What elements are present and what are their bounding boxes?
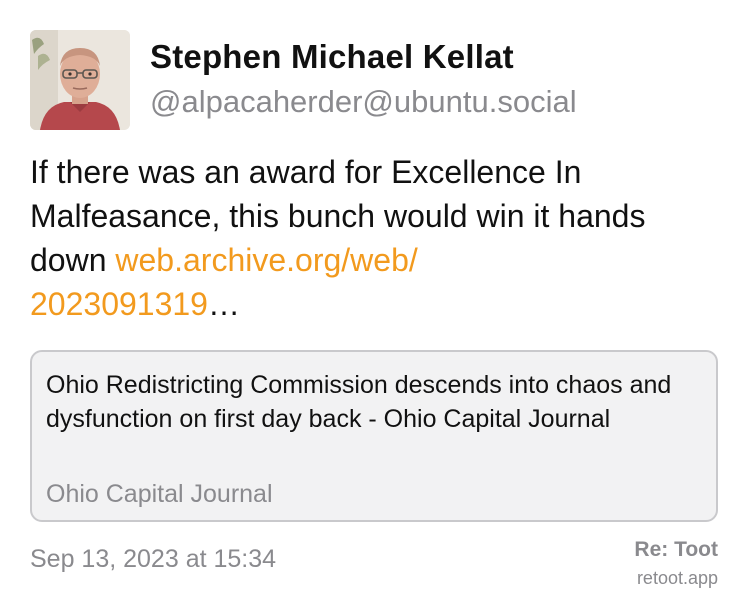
link-preview-title: Ohio Redistricting Commission descends i… — [46, 371, 672, 433]
post-link-line2[interactable]: 2023091319 — [30, 286, 208, 322]
post-card: Stephen Michael Kellat @alpacaherder@ubu… — [0, 0, 750, 606]
link-preview-card[interactable]: Ohio Redistricting Commission descends i… — [30, 350, 718, 522]
post-timestamp: Sep 13, 2023 at 15:34 — [30, 545, 277, 573]
link-preview-source: Ohio Capital Journal — [46, 480, 273, 508]
post-link-line1[interactable]: web.archive.org/web/ — [115, 242, 417, 278]
post-body: If there was an award for Excellence In … — [30, 150, 720, 326]
user-avatar-photo-icon — [30, 30, 130, 130]
brand-title: Re: Toot — [634, 538, 718, 561]
post-link-ellipsis: … — [207, 286, 240, 322]
avatar[interactable] — [30, 30, 130, 130]
author-display-name[interactable]: Stephen Michael Kellat — [150, 38, 514, 76]
brand-url: retoot.app — [636, 568, 718, 588]
brand-watermark: Re: Toot retoot.app — [634, 538, 718, 589]
author-handle[interactable]: @alpacaherder@ubuntu.social — [150, 84, 577, 120]
